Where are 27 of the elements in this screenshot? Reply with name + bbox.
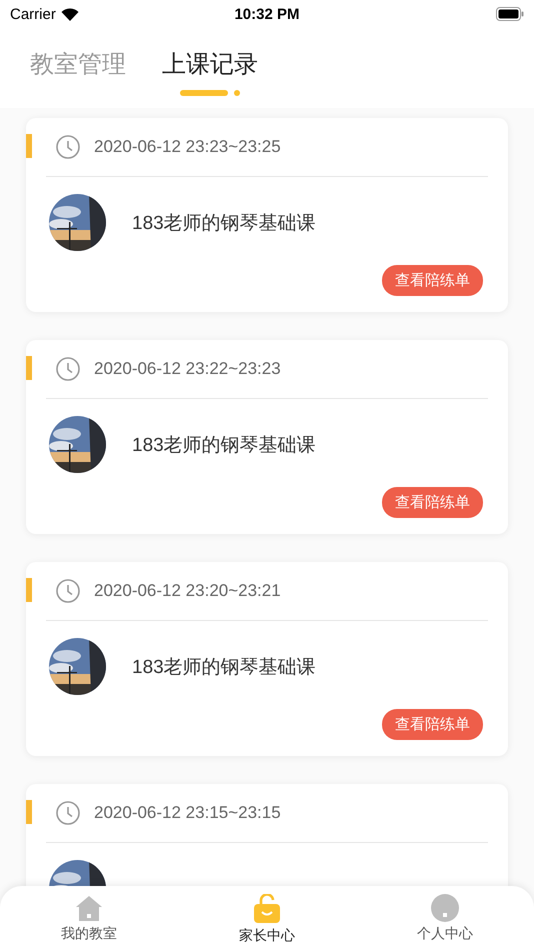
clock-icon bbox=[56, 357, 80, 381]
carrier-label: Carrier bbox=[10, 6, 56, 22]
accent-bar bbox=[26, 800, 32, 824]
battery-icon bbox=[496, 7, 524, 21]
accent-bar bbox=[26, 578, 32, 602]
accent-bar bbox=[26, 356, 32, 380]
course-title: 183老师的钢琴基础课 bbox=[132, 434, 316, 458]
course-title: 183老师的钢琴基础课 bbox=[132, 656, 316, 680]
clock-time: 10:32 PM bbox=[234, 6, 300, 22]
clock-icon bbox=[56, 801, 80, 825]
wifi-icon bbox=[60, 8, 79, 20]
tab-bar-item[interactable]: 家长中心 bbox=[178, 886, 356, 950]
clock-icon bbox=[56, 135, 80, 159]
course-title: 183老师的钢琴基础课 bbox=[132, 212, 316, 236]
record-time: 2020-06-12 23:15~23:15 bbox=[94, 803, 281, 823]
tab-bar-item[interactable]: 个人中心 bbox=[356, 886, 534, 950]
record-time: 2020-06-12 23:22~23:23 bbox=[94, 359, 281, 379]
bag-icon bbox=[253, 894, 281, 924]
record-time: 2020-06-12 23:23~23:25 bbox=[94, 137, 281, 157]
clock-icon bbox=[56, 579, 80, 603]
home-icon bbox=[75, 894, 103, 922]
tab-bar-item[interactable]: 我的教室 bbox=[0, 886, 178, 950]
tab-indicator bbox=[180, 90, 240, 96]
tab[interactable]: 上课记录 bbox=[162, 48, 258, 100]
profile-icon bbox=[431, 894, 459, 922]
record-time: 2020-06-12 23:20~23:21 bbox=[94, 581, 281, 601]
accent-bar bbox=[26, 134, 32, 158]
